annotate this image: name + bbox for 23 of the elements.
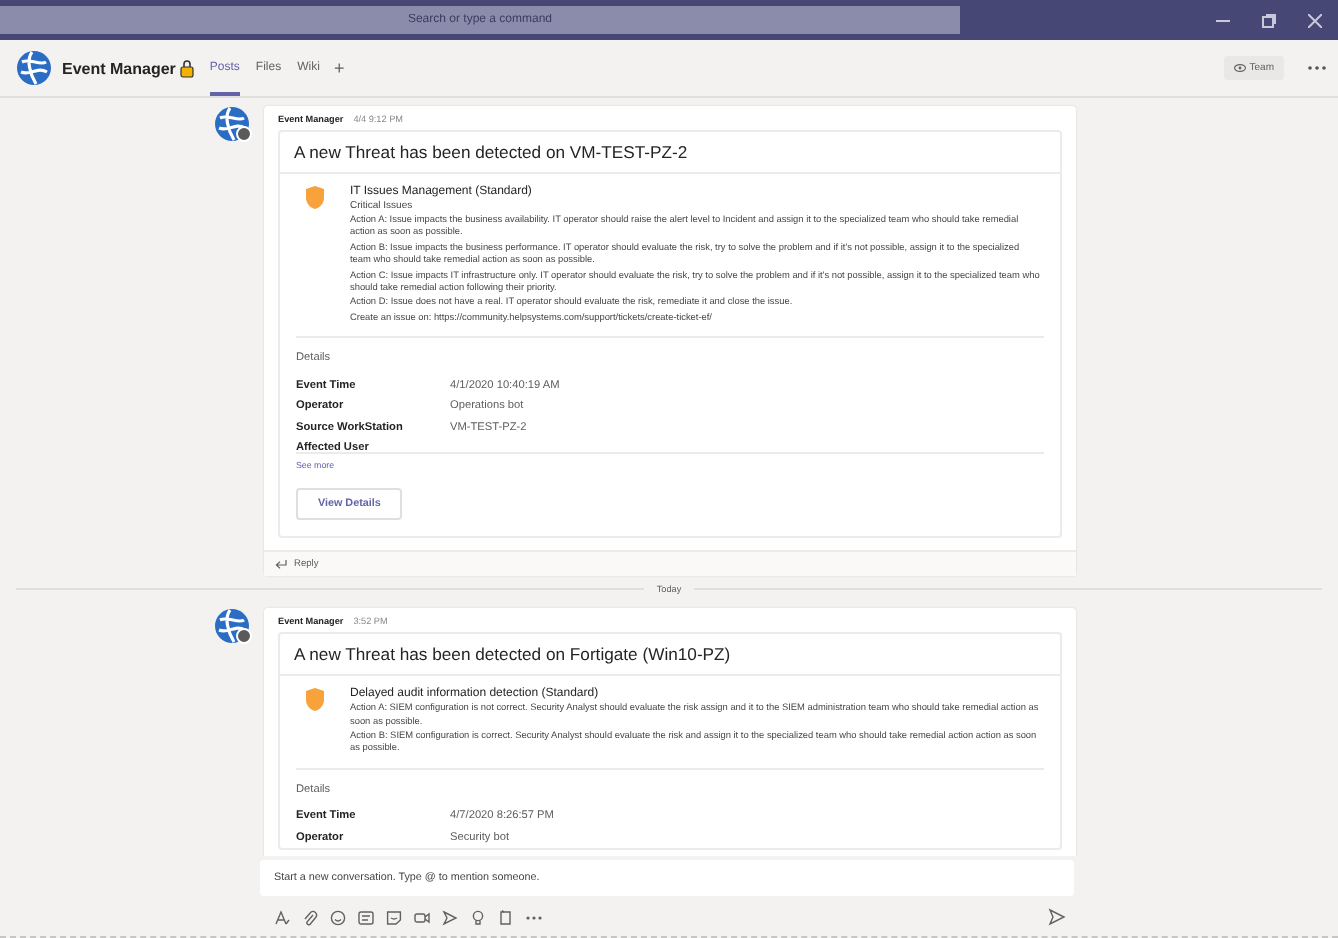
add-tab-button[interactable]: +	[333, 58, 345, 78]
bot-avatar-icon	[214, 106, 252, 142]
globe-logo-icon	[16, 50, 52, 86]
channel-name: Event Manager	[62, 59, 176, 77]
send-arrow-icon[interactable]	[442, 909, 458, 925]
format-icon[interactable]	[274, 909, 290, 925]
sticker-icon[interactable]	[386, 909, 402, 925]
smiley-icon[interactable]	[330, 909, 346, 925]
note-icon[interactable]	[498, 909, 514, 925]
shield-icon	[304, 186, 326, 210]
video-camera-icon[interactable]	[414, 909, 430, 925]
restore-icon[interactable]	[1262, 13, 1276, 27]
close-icon[interactable]	[1308, 13, 1322, 27]
send-icon[interactable]	[1048, 908, 1066, 926]
lightbulb-icon[interactable]	[470, 909, 486, 925]
card-title: A new Threat has been detected on Fortigate (Win10-PZ)	[280, 634, 1060, 677]
lock-icon	[179, 59, 194, 77]
eye-icon	[1233, 64, 1246, 72]
paperclip-icon[interactable]	[302, 909, 318, 925]
reply-arrow-icon	[274, 558, 288, 571]
card-title: A new Threat has been detected on VM-TEST-PZ-2	[280, 132, 1060, 174]
bot-avatar-icon	[214, 608, 252, 645]
shield-icon	[304, 688, 326, 713]
